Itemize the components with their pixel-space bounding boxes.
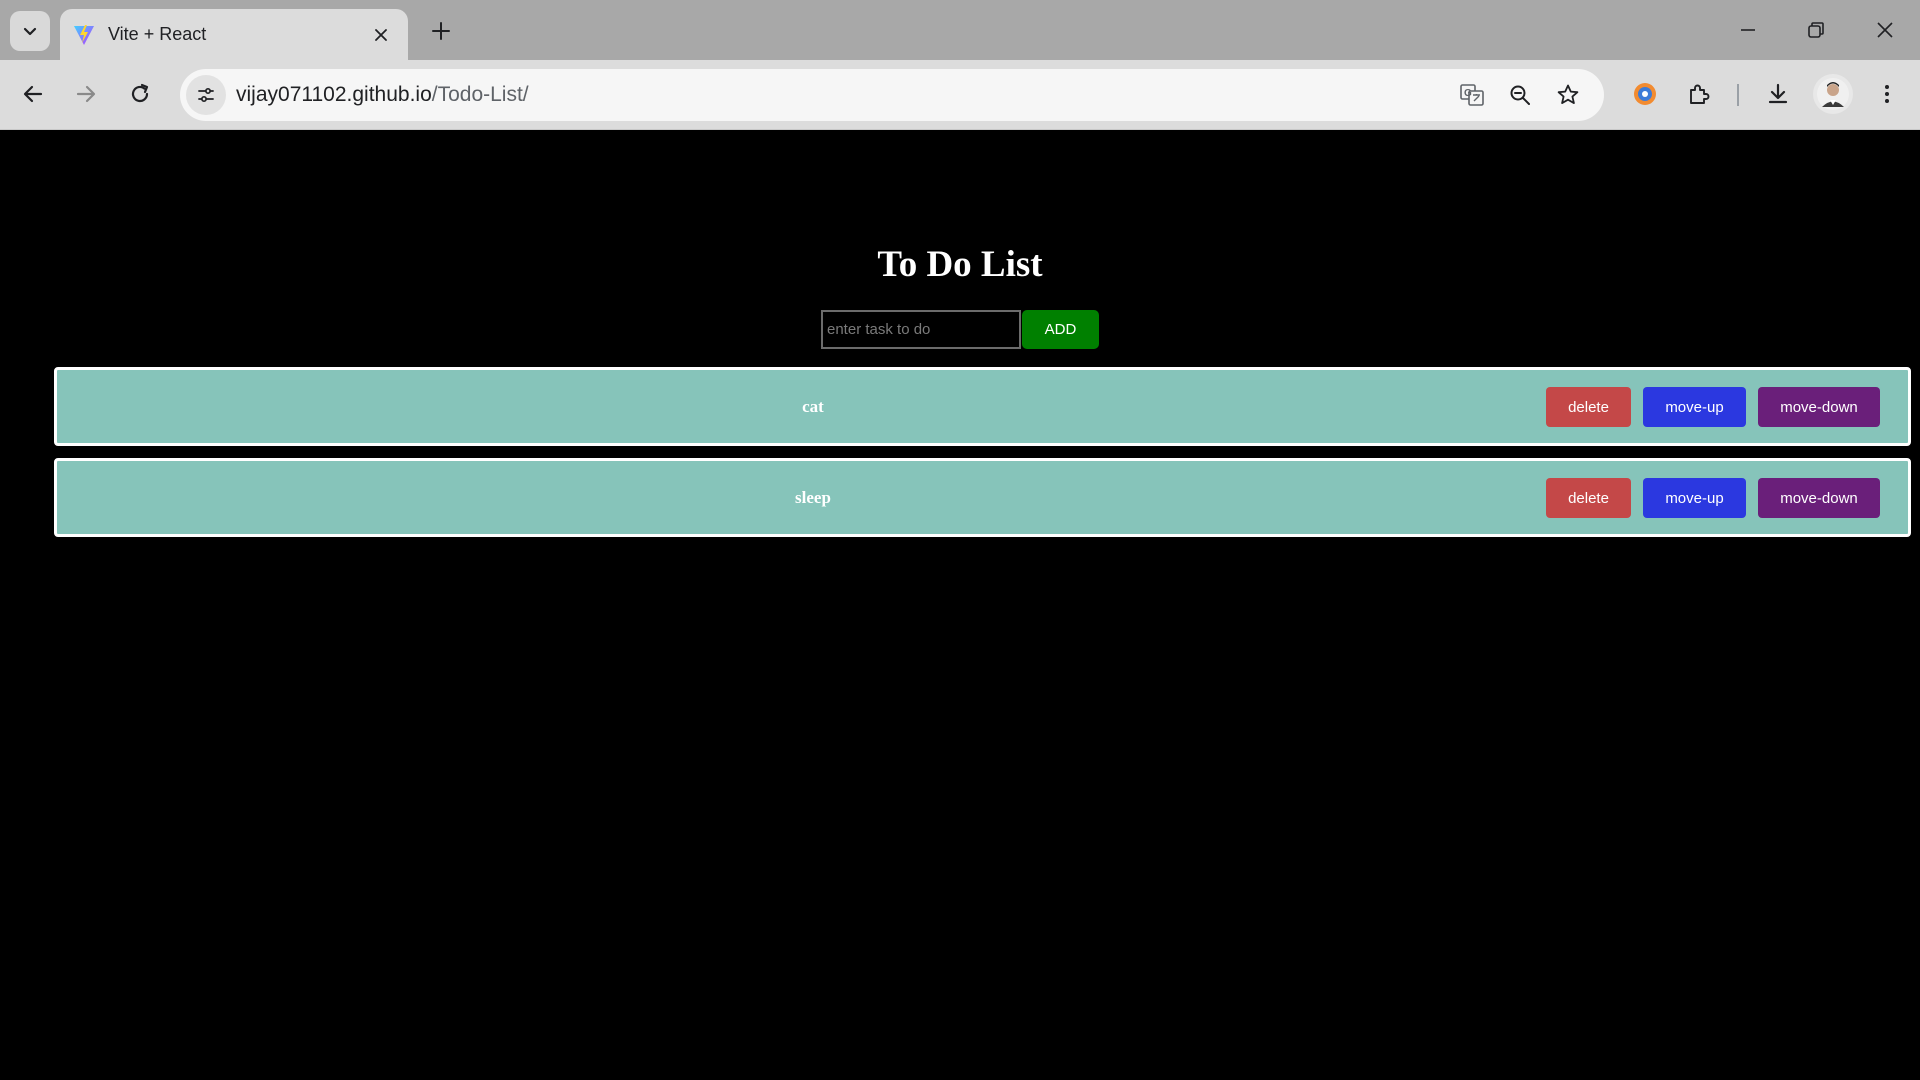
star-icon[interactable]: [1548, 75, 1588, 115]
vite-favicon-icon: [72, 23, 96, 47]
translate-icon[interactable]: G: [1452, 75, 1492, 115]
forward-icon[interactable]: [66, 74, 106, 114]
download-icon[interactable]: [1758, 74, 1798, 114]
site-info-icon[interactable]: [186, 75, 226, 115]
todo-actions: delete move-up move-down: [1546, 478, 1880, 518]
url-host: vijay071102.github.io: [236, 83, 432, 106]
profile-avatar[interactable]: [1813, 74, 1853, 114]
url-text: vijay071102.github.io/Todo-List/: [236, 83, 529, 107]
delete-button[interactable]: delete: [1546, 387, 1631, 427]
back-icon[interactable]: [13, 74, 53, 114]
delete-button[interactable]: delete: [1546, 478, 1631, 518]
extension-app-icon[interactable]: [1625, 74, 1665, 114]
move-down-button[interactable]: move-down: [1758, 387, 1880, 427]
zoom-icon[interactable]: [1500, 75, 1540, 115]
add-task-form: ADD: [821, 310, 1099, 349]
todo-actions: delete move-up move-down: [1546, 387, 1880, 427]
tab-title: Vite + React: [108, 24, 207, 44]
page-viewport: To Do List ADD cat delete move-up move-d…: [0, 131, 1920, 1080]
toolbar-separator: [1737, 84, 1739, 106]
move-up-button[interactable]: move-up: [1643, 387, 1746, 427]
move-up-button[interactable]: move-up: [1643, 478, 1746, 518]
reload-icon[interactable]: [120, 74, 160, 114]
browser-toolbar: vijay071102.github.io/Todo-List/ G: [0, 60, 1920, 130]
kebab-menu-icon[interactable]: [1867, 74, 1907, 114]
todo-text: cat: [802, 396, 824, 416]
plus-icon[interactable]: [424, 14, 458, 48]
todo-text: sleep: [795, 487, 831, 507]
tab-search-icon[interactable]: [10, 11, 50, 51]
browser-tab[interactable]: Vite + React: [60, 9, 408, 60]
todo-item: cat delete move-up move-down: [54, 367, 1911, 446]
address-bar[interactable]: vijay071102.github.io/Todo-List/ G: [180, 69, 1604, 121]
add-button[interactable]: ADD: [1022, 310, 1099, 349]
url-path: /Todo-List/: [431, 83, 529, 106]
page-title: To Do List: [877, 244, 1043, 285]
close-icon[interactable]: [368, 22, 394, 48]
tab-strip: Vite + React: [0, 0, 1920, 60]
minimize-icon[interactable]: [1723, 8, 1773, 52]
extension-puzzle-icon[interactable]: [1679, 74, 1719, 114]
close-window-icon[interactable]: [1860, 8, 1910, 52]
svg-text:G: G: [1464, 88, 1472, 99]
move-down-button[interactable]: move-down: [1758, 478, 1880, 518]
restore-icon[interactable]: [1791, 8, 1841, 52]
task-input[interactable]: [821, 310, 1021, 349]
todo-item: sleep delete move-up move-down: [54, 458, 1911, 537]
todo-list: cat delete move-up move-down sleep delet…: [54, 367, 1911, 549]
